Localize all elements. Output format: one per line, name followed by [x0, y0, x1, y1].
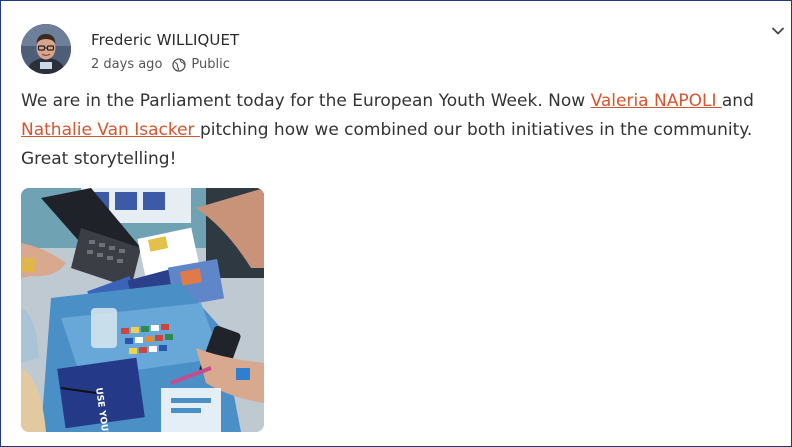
post-body-line-3: Great storytelling! [21, 149, 177, 169]
person-avatar-icon [21, 24, 71, 74]
post-timestamp[interactable]: 2 days ago [91, 57, 162, 72]
post-meta: 2 days ago Public [91, 57, 230, 72]
post-visibility: Public [191, 57, 230, 72]
post-image[interactable]: USE YOUR VOTE [21, 188, 264, 432]
mention-nathalie-van-isacker[interactable]: Nathalie Van Isacker [21, 120, 200, 140]
chevron-down-icon[interactable] [770, 23, 786, 39]
post-card: Frederic WILLIQUET 2 days ago Public We … [1, 1, 791, 446]
post-body-text-3: pitching how we combined our both initia… [199, 120, 753, 140]
post-frame: Frederic WILLIQUET 2 days ago Public We … [0, 0, 792, 447]
post-photo: USE YOUR VOTE [21, 188, 264, 432]
post-header: Frederic WILLIQUET 2 days ago Public [21, 24, 761, 76]
post-body-line-2: Nathalie Van Isacker pitching how we com… [21, 116, 791, 145]
post-body: We are in the Parliament today for the E… [21, 87, 791, 174]
author-name[interactable]: Frederic WILLIQUET [91, 31, 239, 49]
author-avatar[interactable] [21, 24, 71, 74]
post-body-text-2: and [721, 91, 754, 111]
globe-icon [172, 57, 187, 72]
mention-valeria-napoli[interactable]: Valeria NAPOLI [591, 91, 722, 111]
post-body-text-1: We are in the Parliament today for the E… [21, 91, 591, 111]
post-body-line-1: We are in the Parliament today for the E… [21, 87, 791, 116]
